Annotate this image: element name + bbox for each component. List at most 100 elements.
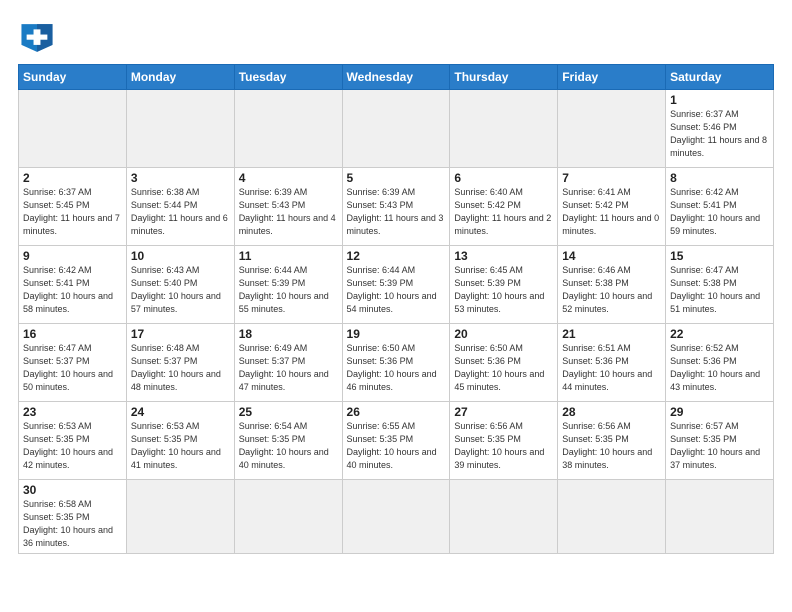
day-info: Sunrise: 6:53 AM Sunset: 5:35 PM Dayligh… (23, 420, 122, 472)
day-number: 13 (454, 249, 553, 263)
calendar-cell: 11Sunrise: 6:44 AM Sunset: 5:39 PM Dayli… (234, 246, 342, 324)
day-info: Sunrise: 6:37 AM Sunset: 5:46 PM Dayligh… (670, 108, 769, 160)
day-number: 30 (23, 483, 122, 497)
calendar-cell: 30Sunrise: 6:58 AM Sunset: 5:35 PM Dayli… (19, 480, 127, 554)
calendar-cell: 14Sunrise: 6:46 AM Sunset: 5:38 PM Dayli… (558, 246, 666, 324)
day-number: 28 (562, 405, 661, 419)
day-number: 7 (562, 171, 661, 185)
calendar-cell: 21Sunrise: 6:51 AM Sunset: 5:36 PM Dayli… (558, 324, 666, 402)
day-number: 17 (131, 327, 230, 341)
day-info: Sunrise: 6:45 AM Sunset: 5:39 PM Dayligh… (454, 264, 553, 316)
logo-icon (18, 22, 56, 54)
day-info: Sunrise: 6:53 AM Sunset: 5:35 PM Dayligh… (131, 420, 230, 472)
day-info: Sunrise: 6:56 AM Sunset: 5:35 PM Dayligh… (454, 420, 553, 472)
calendar-cell: 28Sunrise: 6:56 AM Sunset: 5:35 PM Dayli… (558, 402, 666, 480)
calendar-cell: 3Sunrise: 6:38 AM Sunset: 5:44 PM Daylig… (126, 168, 234, 246)
header (18, 18, 774, 54)
day-info: Sunrise: 6:46 AM Sunset: 5:38 PM Dayligh… (562, 264, 661, 316)
calendar-cell: 2Sunrise: 6:37 AM Sunset: 5:45 PM Daylig… (19, 168, 127, 246)
day-info: Sunrise: 6:47 AM Sunset: 5:38 PM Dayligh… (670, 264, 769, 316)
weekday-header-saturday: Saturday (666, 65, 774, 90)
day-number: 3 (131, 171, 230, 185)
calendar-cell: 7Sunrise: 6:41 AM Sunset: 5:42 PM Daylig… (558, 168, 666, 246)
day-number: 23 (23, 405, 122, 419)
calendar-cell: 23Sunrise: 6:53 AM Sunset: 5:35 PM Dayli… (19, 402, 127, 480)
weekday-header-tuesday: Tuesday (234, 65, 342, 90)
day-number: 20 (454, 327, 553, 341)
day-info: Sunrise: 6:39 AM Sunset: 5:43 PM Dayligh… (347, 186, 446, 238)
calendar-cell: 27Sunrise: 6:56 AM Sunset: 5:35 PM Dayli… (450, 402, 558, 480)
calendar-cell: 29Sunrise: 6:57 AM Sunset: 5:35 PM Dayli… (666, 402, 774, 480)
week-row-2: 2Sunrise: 6:37 AM Sunset: 5:45 PM Daylig… (19, 168, 774, 246)
calendar-cell: 6Sunrise: 6:40 AM Sunset: 5:42 PM Daylig… (450, 168, 558, 246)
day-number: 11 (239, 249, 338, 263)
day-number: 15 (670, 249, 769, 263)
day-number: 2 (23, 171, 122, 185)
calendar-cell (19, 90, 127, 168)
day-info: Sunrise: 6:43 AM Sunset: 5:40 PM Dayligh… (131, 264, 230, 316)
week-row-5: 23Sunrise: 6:53 AM Sunset: 5:35 PM Dayli… (19, 402, 774, 480)
calendar-cell (234, 480, 342, 554)
day-info: Sunrise: 6:56 AM Sunset: 5:35 PM Dayligh… (562, 420, 661, 472)
calendar-cell (234, 90, 342, 168)
day-number: 5 (347, 171, 446, 185)
day-info: Sunrise: 6:42 AM Sunset: 5:41 PM Dayligh… (670, 186, 769, 238)
day-number: 18 (239, 327, 338, 341)
calendar-cell: 17Sunrise: 6:48 AM Sunset: 5:37 PM Dayli… (126, 324, 234, 402)
calendar-cell (558, 480, 666, 554)
calendar-cell (666, 480, 774, 554)
calendar-cell: 24Sunrise: 6:53 AM Sunset: 5:35 PM Dayli… (126, 402, 234, 480)
day-number: 29 (670, 405, 769, 419)
calendar-cell (450, 480, 558, 554)
day-number: 24 (131, 405, 230, 419)
calendar-cell: 10Sunrise: 6:43 AM Sunset: 5:40 PM Dayli… (126, 246, 234, 324)
calendar-cell: 26Sunrise: 6:55 AM Sunset: 5:35 PM Dayli… (342, 402, 450, 480)
calendar-cell (126, 480, 234, 554)
calendar-cell: 25Sunrise: 6:54 AM Sunset: 5:35 PM Dayli… (234, 402, 342, 480)
calendar-cell: 1Sunrise: 6:37 AM Sunset: 5:46 PM Daylig… (666, 90, 774, 168)
day-number: 4 (239, 171, 338, 185)
day-number: 27 (454, 405, 553, 419)
day-info: Sunrise: 6:49 AM Sunset: 5:37 PM Dayligh… (239, 342, 338, 394)
day-info: Sunrise: 6:39 AM Sunset: 5:43 PM Dayligh… (239, 186, 338, 238)
calendar-cell (342, 480, 450, 554)
calendar-cell: 9Sunrise: 6:42 AM Sunset: 5:41 PM Daylig… (19, 246, 127, 324)
day-number: 12 (347, 249, 446, 263)
calendar-cell (342, 90, 450, 168)
calendar-cell: 12Sunrise: 6:44 AM Sunset: 5:39 PM Dayli… (342, 246, 450, 324)
calendar-cell: 5Sunrise: 6:39 AM Sunset: 5:43 PM Daylig… (342, 168, 450, 246)
day-number: 22 (670, 327, 769, 341)
day-number: 14 (562, 249, 661, 263)
calendar-table: SundayMondayTuesdayWednesdayThursdayFrid… (18, 64, 774, 554)
calendar-cell: 22Sunrise: 6:52 AM Sunset: 5:36 PM Dayli… (666, 324, 774, 402)
day-number: 8 (670, 171, 769, 185)
weekday-header-wednesday: Wednesday (342, 65, 450, 90)
day-info: Sunrise: 6:52 AM Sunset: 5:36 PM Dayligh… (670, 342, 769, 394)
day-info: Sunrise: 6:48 AM Sunset: 5:37 PM Dayligh… (131, 342, 230, 394)
day-info: Sunrise: 6:50 AM Sunset: 5:36 PM Dayligh… (347, 342, 446, 394)
day-number: 25 (239, 405, 338, 419)
week-row-4: 16Sunrise: 6:47 AM Sunset: 5:37 PM Dayli… (19, 324, 774, 402)
calendar-cell: 19Sunrise: 6:50 AM Sunset: 5:36 PM Dayli… (342, 324, 450, 402)
weekday-header-thursday: Thursday (450, 65, 558, 90)
day-number: 26 (347, 405, 446, 419)
day-number: 9 (23, 249, 122, 263)
calendar-cell (126, 90, 234, 168)
day-info: Sunrise: 6:38 AM Sunset: 5:44 PM Dayligh… (131, 186, 230, 238)
weekday-header-sunday: Sunday (19, 65, 127, 90)
calendar-cell: 15Sunrise: 6:47 AM Sunset: 5:38 PM Dayli… (666, 246, 774, 324)
weekday-header-monday: Monday (126, 65, 234, 90)
calendar-cell: 8Sunrise: 6:42 AM Sunset: 5:41 PM Daylig… (666, 168, 774, 246)
week-row-3: 9Sunrise: 6:42 AM Sunset: 5:41 PM Daylig… (19, 246, 774, 324)
day-info: Sunrise: 6:44 AM Sunset: 5:39 PM Dayligh… (239, 264, 338, 316)
day-info: Sunrise: 6:37 AM Sunset: 5:45 PM Dayligh… (23, 186, 122, 238)
logo (18, 22, 58, 54)
day-info: Sunrise: 6:47 AM Sunset: 5:37 PM Dayligh… (23, 342, 122, 394)
day-number: 1 (670, 93, 769, 107)
calendar-cell (450, 90, 558, 168)
day-info: Sunrise: 6:58 AM Sunset: 5:35 PM Dayligh… (23, 498, 122, 550)
calendar-cell: 20Sunrise: 6:50 AM Sunset: 5:36 PM Dayli… (450, 324, 558, 402)
calendar-cell: 4Sunrise: 6:39 AM Sunset: 5:43 PM Daylig… (234, 168, 342, 246)
day-number: 6 (454, 171, 553, 185)
day-info: Sunrise: 6:57 AM Sunset: 5:35 PM Dayligh… (670, 420, 769, 472)
